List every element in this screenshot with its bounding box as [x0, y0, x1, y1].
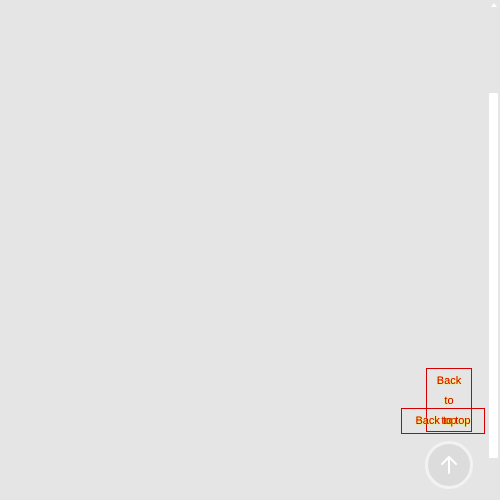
- scroll-up-arrow-icon[interactable]: [491, 3, 497, 7]
- arrow-up-icon: [441, 456, 457, 474]
- back-to-top-button[interactable]: [425, 441, 473, 489]
- back-to-top-tooltip: Back to top: [401, 408, 485, 434]
- scroll-thumb[interactable]: [489, 93, 498, 458]
- vertical-scrollbar[interactable]: [488, 0, 500, 500]
